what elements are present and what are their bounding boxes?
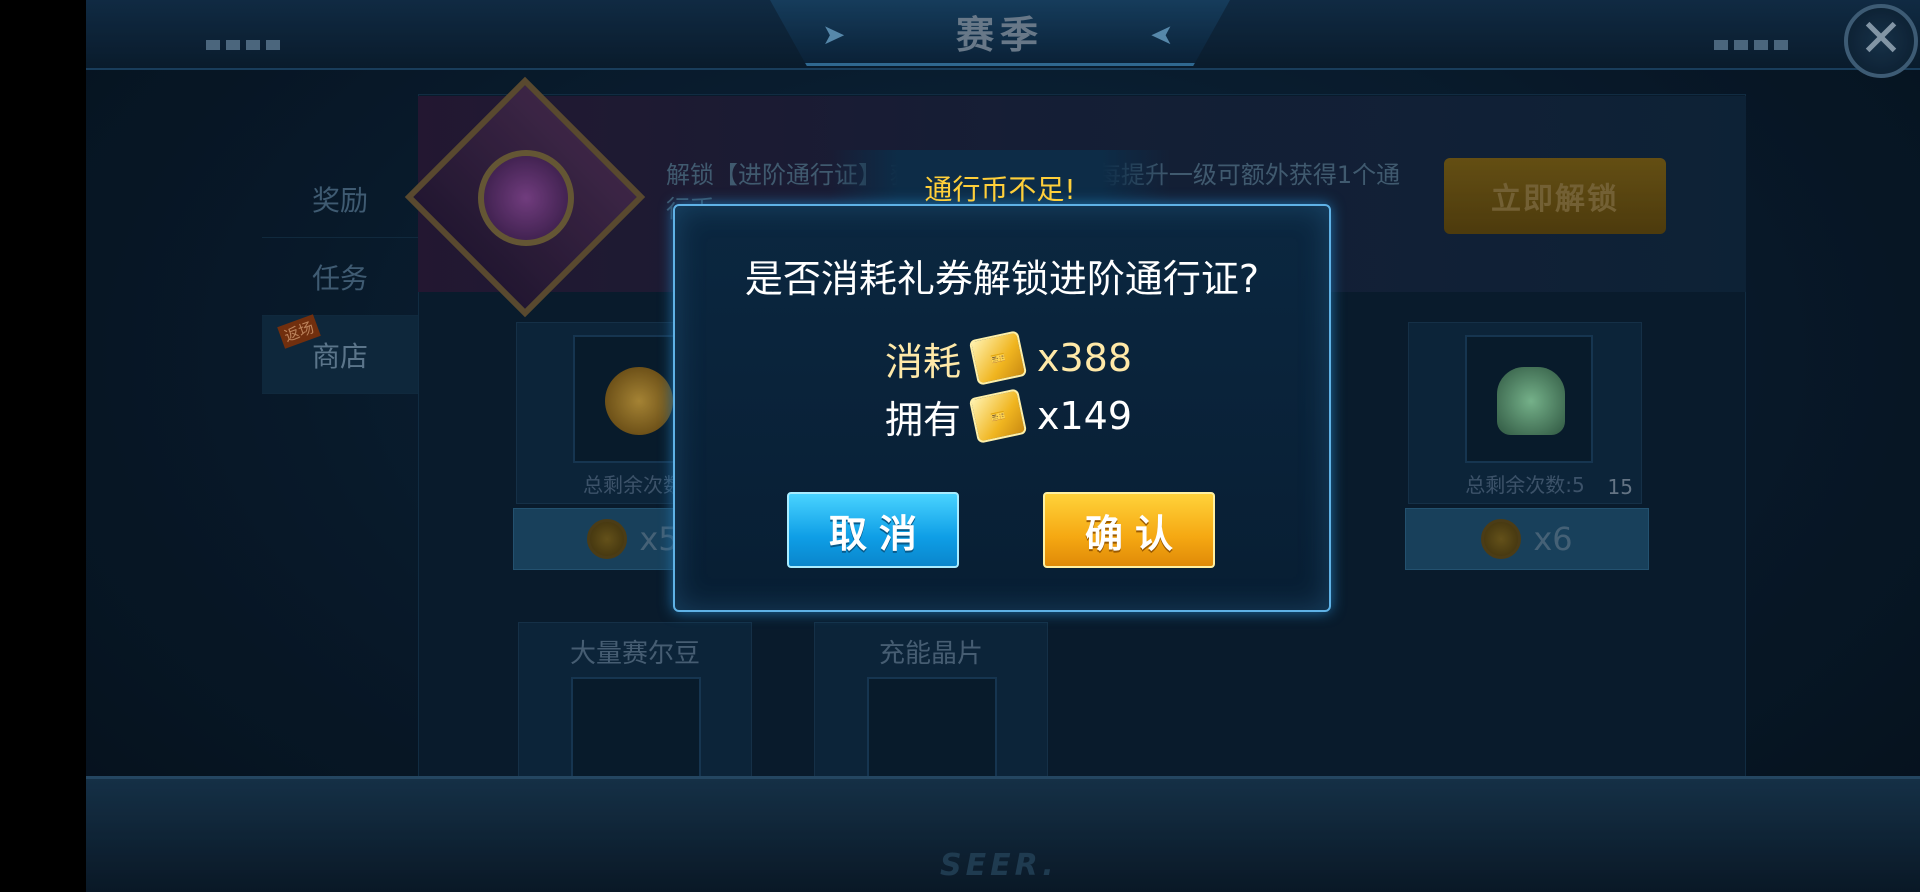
- ghost-icon: [1497, 367, 1565, 435]
- own-row: 拥有 🎫 x149: [885, 388, 1185, 444]
- coin-icon: [587, 519, 628, 559]
- tab-rewards-label: 奖励: [311, 183, 368, 217]
- shield-icon: [478, 150, 574, 246]
- side-tabs: 奖励 任务 返场 商店: [262, 160, 418, 394]
- unlock-now-button[interactable]: 立即解锁: [1444, 158, 1666, 234]
- ticket-icon: 🎫: [968, 330, 1028, 386]
- cost-label: 消耗: [885, 339, 962, 384]
- arrow-left-icon: ➤: [1150, 18, 1174, 51]
- buy-button[interactable]: x6: [1405, 508, 1649, 570]
- shop-item[interactable]: 充能晶片: [814, 622, 1048, 783]
- ticket-icon: 🎫: [968, 388, 1028, 444]
- confirm-button[interactable]: 确认: [1043, 492, 1215, 568]
- shop-item[interactable]: 大量赛尔豆: [518, 622, 752, 783]
- tab-shop-label: 商店: [311, 339, 368, 373]
- close-button[interactable]: ✕: [1844, 4, 1918, 78]
- cost-row: 消耗 🎫 x388: [885, 330, 1185, 386]
- page-title: 赛季: [955, 13, 1044, 57]
- tab-shop[interactable]: 返场 商店: [262, 314, 418, 394]
- own-value: x149: [1037, 394, 1133, 438]
- dialog-question: 是否消耗礼券解锁进阶通行证?: [744, 257, 1260, 301]
- item-icon-frame: [1465, 335, 1593, 463]
- chip-icon: [867, 677, 997, 783]
- cost-value: x388: [1037, 336, 1133, 380]
- ufo-icon: [571, 677, 701, 783]
- tab-tasks-label: 任务: [311, 261, 368, 295]
- shop-item[interactable]: 15 总剩余次数:5: [1408, 322, 1642, 504]
- telescope-icon: [605, 367, 673, 435]
- own-label: 拥有: [885, 397, 962, 442]
- tab-tasks[interactable]: 任务: [262, 238, 418, 316]
- confirm-dialog: 是否消耗礼券解锁进阶通行证? 消耗 🎫 x388 拥有 🎫 x149 取消 确认: [673, 204, 1331, 612]
- item-price: x6: [1533, 520, 1573, 558]
- item-name: 充能晶片: [878, 639, 983, 669]
- cancel-button[interactable]: 取消: [787, 492, 959, 568]
- arrow-right-icon: ➤: [822, 18, 846, 51]
- item-remaining: 总剩余次数:5: [1465, 473, 1585, 497]
- dialog-title: 通行币不足!: [924, 173, 1076, 206]
- tab-rewards[interactable]: 奖励: [262, 160, 418, 238]
- seer-logo: SEER.: [940, 848, 1058, 883]
- coin-icon: [1481, 519, 1522, 559]
- top-left-dots: [206, 40, 286, 50]
- item-name: 大量赛尔豆: [569, 639, 700, 669]
- top-right-dots: [1714, 40, 1794, 50]
